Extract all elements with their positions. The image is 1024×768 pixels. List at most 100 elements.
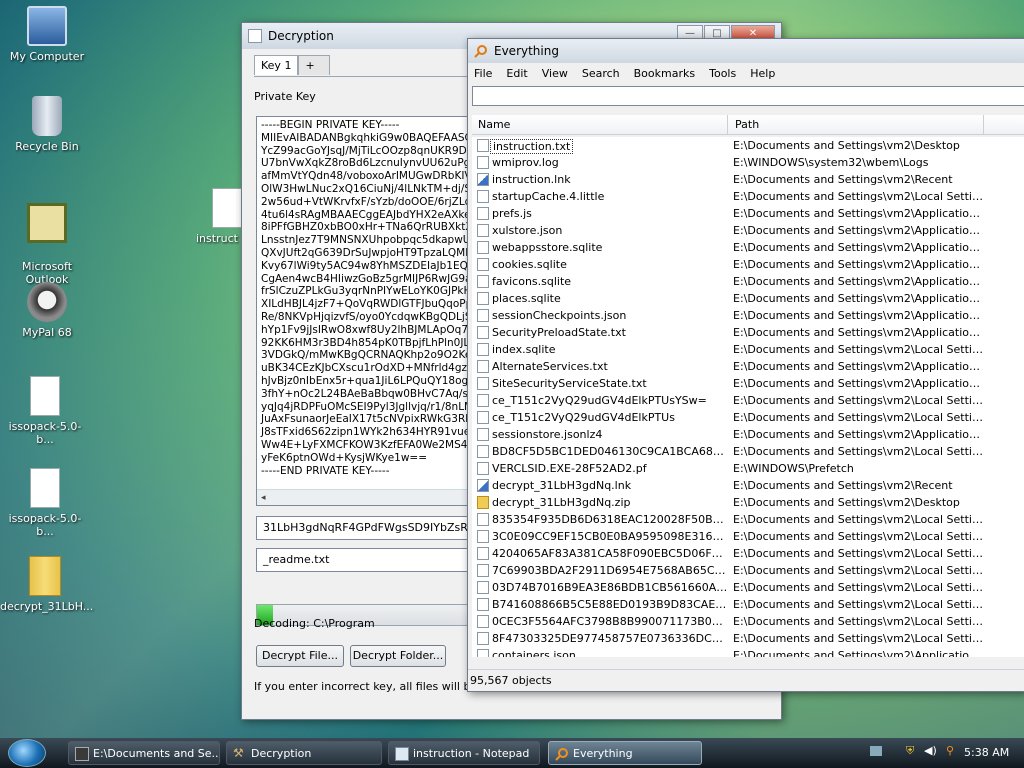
column-header-path[interactable]: Path: [735, 118, 759, 131]
key-line: Re/8NKVpHjqizvfS/oyo0YcdqwKBgQDLjS2d: [261, 310, 485, 323]
search-input[interactable]: [472, 86, 1024, 106]
file-icon: [477, 258, 489, 271]
speaker-icon[interactable]: ◀): [924, 744, 937, 757]
tab-add[interactable]: +: [298, 55, 331, 75]
taskbar-item-everything[interactable]: Everything: [548, 741, 702, 765]
readme-field[interactable]: _readme.txt: [256, 548, 486, 572]
start-button[interactable]: [8, 739, 46, 767]
list-row[interactable]: webappsstore.sqlite E:\Documents and Sett…: [472, 239, 1024, 256]
file-icon: [477, 428, 489, 441]
list-row[interactable]: decrypt_31LbH3gdNq.zip E:\Documents and S…: [472, 494, 1024, 511]
taskbar-item-explorer[interactable]: E:\Documents and Se...: [68, 741, 220, 765]
file-path: E:\WINDOWS\system32\wbem\Logs: [733, 156, 929, 169]
list-row[interactable]: instruction.txt E:\Documents and Settings…: [472, 137, 1024, 154]
menu-bar: File Edit View Search Bookmarks Tools Help: [468, 63, 1024, 83]
scroll-left-icon[interactable]: ◂: [261, 492, 266, 505]
key-line: 8iPFfGBHZ0xbBO0xHr+TNa6QrRUBXktXOo: [261, 221, 486, 234]
menu-item-help[interactable]: Help: [750, 67, 775, 80]
file-path: E:\Documents and Settings\vm2\Local Sett…: [733, 598, 983, 611]
network-icon[interactable]: [870, 746, 882, 756]
list-row[interactable]: favicons.sqlite E:\Documents and Settings…: [472, 273, 1024, 290]
list-row[interactable]: places.sqlite E:\Documents and Settings\v…: [472, 290, 1024, 307]
list-row[interactable]: 0CEC3F5564AFC3798B8B990071173B032541... E…: [472, 613, 1024, 630]
key-line: MIIEvAIBADANBgkqhkiG9w0BAQEFAASCBK: [261, 131, 486, 144]
list-row[interactable]: B741608866B5C5E88ED0193B9D83CAEBA09... E:…: [472, 596, 1024, 613]
file-name: sessionstore.jsonlz4: [492, 428, 603, 441]
task-label: Decryption: [251, 747, 312, 760]
list-row[interactable]: ce_T151c2VyQ29udGV4dElkPTUsYSw= E:\Docume…: [472, 392, 1024, 409]
list-row[interactable]: 8F47303325DE977458757E0736336DC9064E... E…: [472, 630, 1024, 647]
everything-window[interactable]: Everything File Edit View Search Bookmarks To…: [467, 38, 1024, 692]
horizontal-scrollbar[interactable]: ◂: [257, 489, 485, 505]
list-row[interactable]: decrypt_31LbH3gdNq.lnk E:\Documents and S…: [472, 477, 1024, 494]
menu-item-view[interactable]: View: [542, 67, 568, 80]
list-row[interactable]: prefs.js E:\Documents and Settings\vm2\Ap…: [472, 205, 1024, 222]
list-row[interactable]: SiteSecurityServiceState.txt E:\Documents…: [472, 375, 1024, 392]
list-row[interactable]: 3C0E09CC9EF15CB0E0BA9595098E3167914... E:…: [472, 528, 1024, 545]
everything-tray-icon[interactable]: ⚲: [946, 744, 954, 757]
list-row[interactable]: BD8CF5D5BC1DED046130C9CA1BCA68C154... E:\…: [472, 443, 1024, 460]
clock[interactable]: 5:38 AM: [964, 746, 1009, 759]
file-name: instruction.lnk: [492, 173, 571, 186]
list-row[interactable]: ce_T151c2VyQ29udGV4dElkPTUs E:\Documents …: [472, 409, 1024, 426]
file-path: E:\Documents and Settings\vm2\Applicatio…: [733, 241, 983, 254]
taskbar-item-decryption[interactable]: ⚒ Decryption: [226, 741, 382, 765]
list-row[interactable]: instruction.lnk E:\Documents and Settings…: [472, 171, 1024, 188]
menu-item-file[interactable]: File: [474, 67, 492, 80]
list-row[interactable]: startupCache.4.little E:\Documents and Se…: [472, 188, 1024, 205]
list-row[interactable]: cookies.sqlite E:\Documents and Settings\…: [472, 256, 1024, 273]
file-name: decrypt_31LbH3gdNq.lnk: [492, 479, 632, 492]
desktop-icon-issopack-2[interactable]: issopack-5.0-b...: [0, 468, 90, 538]
shield-icon[interactable]: ⛨: [906, 744, 914, 758]
list-row[interactable]: containers.json E:\Documents and Settings…: [472, 647, 1024, 657]
desktop-icon-mypal[interactable]: MyPal 68: [2, 282, 92, 339]
desktop-icon-issopack-1[interactable]: issopack-5.0-b...: [0, 376, 90, 446]
list-row[interactable]: 835354F935DB6D6318EAC120028F50B5AB2... E:…: [472, 511, 1024, 528]
list-row[interactable]: sessionCheckpoints.json E:\Documents and …: [472, 307, 1024, 324]
list-row[interactable]: SecurityPreloadState.txt E:\Documents and…: [472, 324, 1024, 341]
menu-item-tools[interactable]: Tools: [709, 67, 736, 80]
private-key-label: Private Key: [254, 90, 316, 103]
list-row[interactable]: AlternateServices.txt E:\Documents and Se…: [472, 358, 1024, 375]
column-divider[interactable]: [727, 115, 728, 135]
warning-text: If you enter incorrect key, all files wi…: [254, 680, 468, 693]
list-row[interactable]: 03D74B7016B9EA3E86BDB1CB561660A23FB... E:…: [472, 579, 1024, 596]
list-row[interactable]: sessionstore.jsonlz4 E:\Documents and Set…: [472, 426, 1024, 443]
column-header-name[interactable]: Name: [478, 118, 510, 131]
list-row[interactable]: 4204065AF83A381CA58F090EBC5D06F77AA... E:…: [472, 545, 1024, 562]
file-name: places.sqlite: [492, 292, 561, 305]
column-divider[interactable]: [983, 115, 984, 135]
list-row[interactable]: 7C69903BDA2F2911D6954E7568AB65C0CA8... E:…: [472, 562, 1024, 579]
everything-titlebar[interactable]: Everything: [468, 39, 1024, 63]
menu-item-bookmarks[interactable]: Bookmarks: [634, 67, 695, 80]
file-name: BD8CF5D5BC1DED046130C9CA1BCA68C154...: [492, 445, 728, 458]
list-row[interactable]: index.sqlite E:\Documents and Settings\vm…: [472, 341, 1024, 358]
window-icon: [248, 29, 262, 43]
file-name: AlternateServices.txt: [492, 360, 608, 373]
taskbar-item-notepad[interactable]: instruction - Notepad: [388, 741, 540, 765]
hammer-icon: ⚒: [233, 746, 244, 760]
key-id-field[interactable]: 31LbH3gdNqRF4GPdFWgsSD9IYbZsR93B5N: [256, 516, 486, 540]
menu-item-search[interactable]: Search: [582, 67, 620, 80]
decrypt-folder-button[interactable]: Decrypt Folder...: [350, 645, 446, 667]
private-key-textarea[interactable]: -----BEGIN PRIVATE KEY----- MIIEvAIBADANB…: [256, 116, 486, 506]
list-row[interactable]: xulstore.json E:\Documents and Settings\v…: [472, 222, 1024, 239]
desktop-icon-my-computer[interactable]: My Computer: [2, 6, 92, 63]
file-name: VERCLSID.EXE-28F52AD2.pf: [492, 462, 647, 475]
desktop-icon-label: My Computer: [9, 50, 85, 63]
desktop-icon-recycle-bin[interactable]: Recycle Bin: [2, 96, 92, 153]
list-row[interactable]: VERCLSID.EXE-28F52AD2.pf E:\WINDOWS\Prefe…: [472, 460, 1024, 477]
desktop-icon-instruction[interactable]: instruct: [196, 188, 246, 245]
file-path: E:\Documents and Settings\vm2\Local Sett…: [733, 394, 983, 407]
file-name: SecurityPreloadState.txt: [492, 326, 626, 339]
decrypt-file-button[interactable]: Decrypt File...: [256, 645, 344, 667]
task-label: instruction - Notepad: [413, 747, 530, 760]
menu-item-edit[interactable]: Edit: [506, 67, 527, 80]
desktop-icon-decrypt-zip[interactable]: decrypt_31LbH...: [0, 556, 93, 613]
tab-key-1[interactable]: Key 1: [254, 55, 299, 75]
file-name: decrypt_31LbH3gdNq.zip: [492, 496, 631, 509]
results-list[interactable]: instruction.txt E:\Documents and Settings…: [472, 137, 1024, 657]
list-row[interactable]: wmiprov.log E:\WINDOWS\system32\wbem\Logs: [472, 154, 1024, 171]
file-icon: [477, 411, 489, 424]
file-path: E:\Documents and Settings\vm2\Local Sett…: [733, 581, 983, 594]
